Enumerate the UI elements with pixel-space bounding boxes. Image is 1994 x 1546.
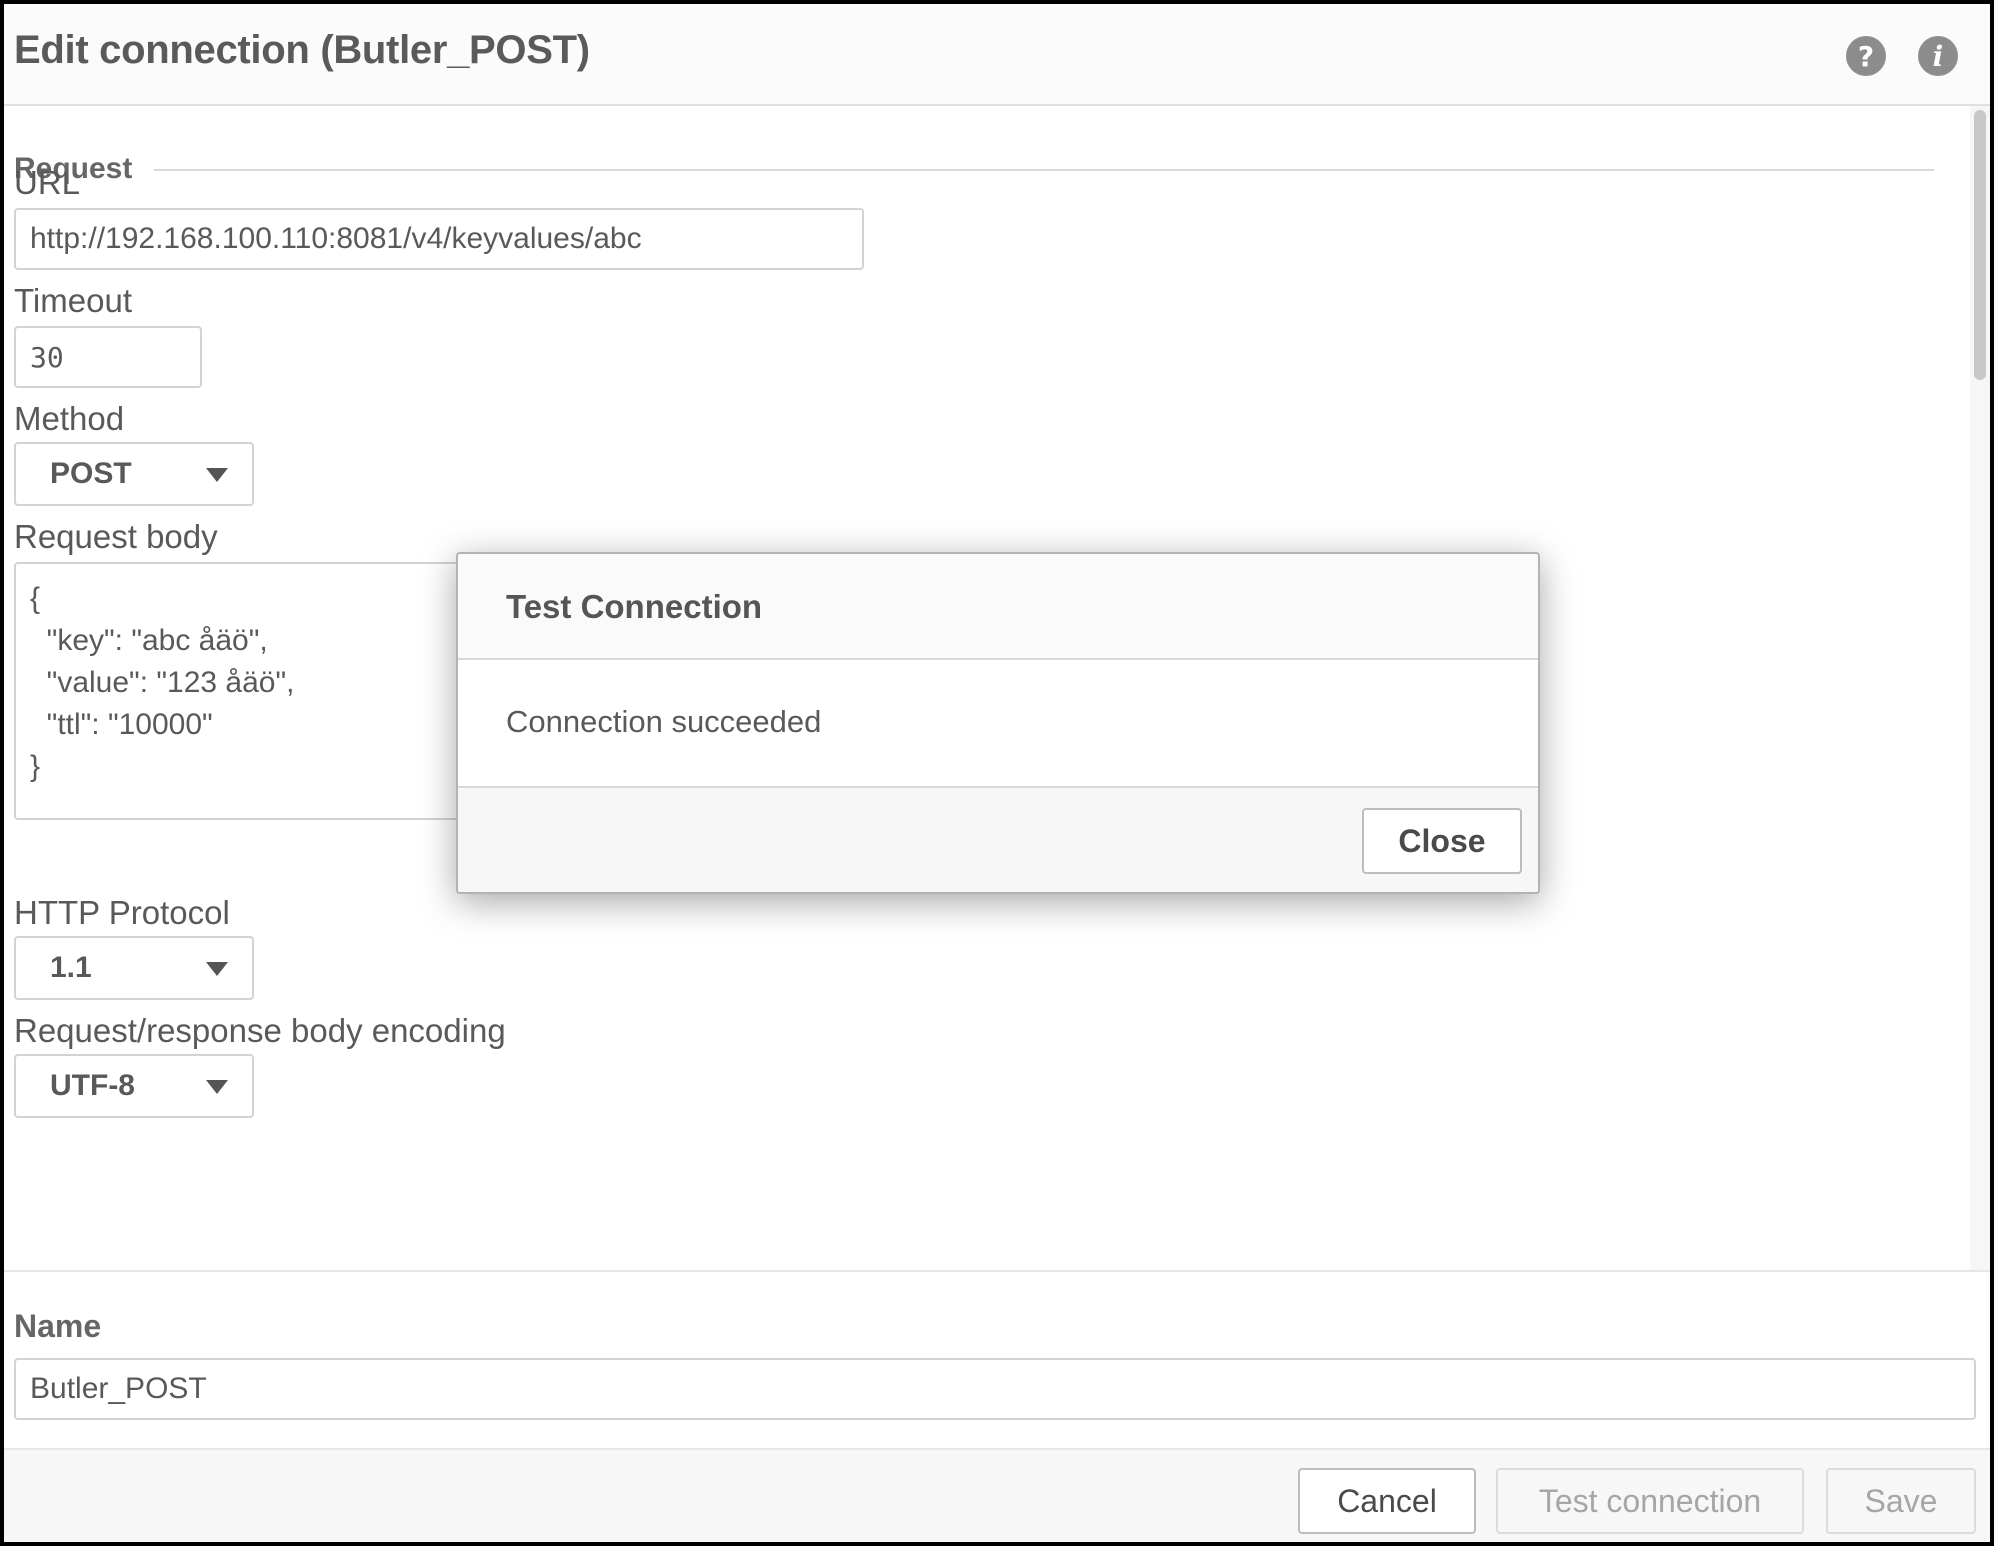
- info-icon[interactable]: i: [1918, 36, 1958, 76]
- name-input[interactable]: Butler_POST: [14, 1358, 1976, 1420]
- dialog-footer: Cancel Test connection Save: [4, 1448, 1990, 1542]
- timeout-input[interactable]: 30: [14, 326, 202, 388]
- modal-body: Connection succeeded: [458, 660, 1538, 788]
- dialog-title: Edit connection (Butler_POST): [14, 28, 590, 72]
- encoding-select[interactable]: UTF-8: [14, 1054, 254, 1118]
- method-select[interactable]: POST: [14, 442, 254, 506]
- section-divider: [154, 169, 1934, 171]
- modal-footer: Close: [458, 788, 1538, 892]
- url-input[interactable]: http://192.168.100.110:8081/v4/keyvalues…: [14, 208, 864, 270]
- modal-message: Connection succeeded: [506, 704, 822, 739]
- http-protocol-label: HTTP Protocol: [14, 894, 230, 931]
- save-button[interactable]: Save: [1826, 1468, 1976, 1534]
- name-value: Butler_POST: [30, 1372, 207, 1405]
- chevron-down-icon: [206, 962, 228, 976]
- modal-header: Test Connection: [458, 554, 1538, 660]
- request-body-value: { "key": "abc åäö", "value": "123 åäö", …: [30, 582, 295, 783]
- url-value: http://192.168.100.110:8081/v4/keyvalues…: [30, 222, 642, 255]
- request-body-label: Request body: [14, 518, 218, 555]
- method-label: Method: [14, 400, 125, 437]
- name-section: Name Butler_POST: [4, 1270, 1990, 1450]
- method-value: POST: [50, 457, 132, 490]
- http-protocol-value: 1.1: [50, 951, 92, 984]
- test-connection-modal: Test Connection Connection succeeded Clo…: [456, 552, 1540, 894]
- modal-title: Test Connection: [506, 588, 763, 625]
- name-label: Name: [14, 1308, 102, 1344]
- edit-connection-dialog: Edit connection (Butler_POST) ? i Reques…: [4, 4, 1990, 1542]
- vertical-scrollbar[interactable]: [1970, 106, 1990, 1270]
- cancel-button[interactable]: Cancel: [1298, 1468, 1476, 1534]
- encoding-label: Request/response body encoding: [14, 1012, 506, 1049]
- timeout-label: Timeout: [14, 282, 132, 319]
- encoding-value: UTF-8: [50, 1069, 135, 1102]
- help-icon[interactable]: ?: [1846, 36, 1886, 76]
- test-connection-button[interactable]: Test connection: [1496, 1468, 1804, 1534]
- chevron-down-icon: [206, 468, 228, 482]
- http-protocol-select[interactable]: 1.1: [14, 936, 254, 1000]
- chevron-down-icon: [206, 1080, 228, 1094]
- scrollbar-thumb[interactable]: [1974, 110, 1986, 380]
- timeout-value: 30: [30, 340, 64, 374]
- url-label: URL: [14, 164, 81, 201]
- close-button[interactable]: Close: [1362, 808, 1522, 874]
- dialog-header: Edit connection (Butler_POST) ? i: [4, 4, 1990, 106]
